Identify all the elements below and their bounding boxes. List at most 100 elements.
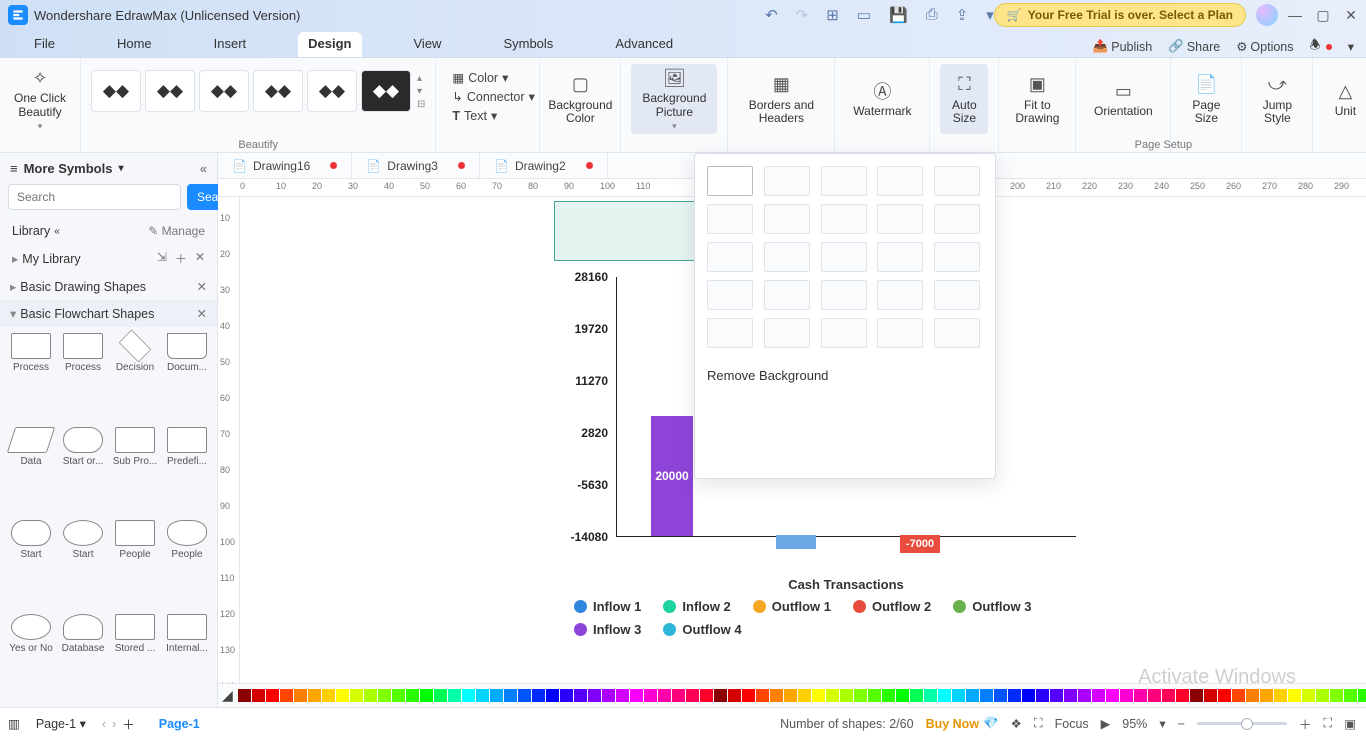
shape-item[interactable]: Stored ... [110,612,160,704]
theme-swatch-2[interactable]: ◆◆ [145,70,195,112]
shape-item[interactable]: Data [6,425,56,517]
color-swatch[interactable] [1008,689,1021,702]
publish-link[interactable]: 📤 Publish [1093,39,1153,54]
theme-swatch-1[interactable]: ◆◆ [91,70,141,112]
color-swatch[interactable] [378,689,391,702]
color-swatch[interactable] [1078,689,1091,702]
fill-bucket-icon[interactable]: ◢ [222,687,233,705]
lib-add-icon[interactable]: ＋ [175,250,187,267]
theme-swatch-3[interactable]: ◆◆ [199,70,249,112]
jump-style-button[interactable]: ⤻ Jump Style [1252,64,1302,134]
shape-item[interactable]: Process [58,331,108,423]
close-button[interactable]: ✕ [1344,7,1358,24]
shape-item[interactable]: Sub Pro... [110,425,160,517]
bg-swatch[interactable] [877,318,923,348]
zoom-in-icon[interactable]: ＋ [1299,714,1312,733]
color-swatch[interactable] [294,689,307,702]
shape-item[interactable]: Predefi... [162,425,212,517]
color-swatch[interactable] [420,689,433,702]
one-click-beautify-button[interactable]: ✧ One Click Beautify ▾ [10,64,70,134]
borders-headers-button[interactable]: ▦ Borders and Headers [738,64,824,134]
bg-swatch[interactable] [707,242,753,272]
color-swatch[interactable] [1064,689,1077,702]
color-swatch[interactable] [1288,689,1301,702]
present-icon[interactable]: ⛶ [1034,716,1043,731]
color-swatch[interactable] [560,689,573,702]
theme-down-icon[interactable]: ▾ [417,86,425,97]
doc-tab[interactable]: 📄 Drawing16 [218,153,352,178]
trial-banner[interactable]: 🛒 Your Free Trial is over. Select a Plan [994,3,1246,27]
color-swatch[interactable] [616,689,629,702]
bg-swatch[interactable] [821,166,867,196]
minimize-button[interactable]: — [1288,7,1302,24]
new-icon[interactable]: ⊞ [826,6,839,24]
shape-item[interactable]: Decision [110,331,160,423]
color-swatch[interactable] [714,689,727,702]
bg-swatch[interactable] [934,242,980,272]
redo-icon[interactable]: ↷ [796,6,809,24]
background-color-button[interactable]: ▢ Background Color [550,64,610,134]
bg-swatch[interactable] [934,318,980,348]
shape-item[interactable]: Start [58,518,108,610]
color-swatch[interactable] [1134,689,1147,702]
shape-item[interactable]: Process [6,331,56,423]
menu-chevron-icon[interactable]: ▾ [1348,39,1354,54]
color-swatch[interactable] [952,689,965,702]
focus-button[interactable]: Focus [1055,717,1089,731]
save-icon[interactable]: 💾 [889,6,908,24]
manage-link[interactable]: ✎ Manage [148,224,205,238]
lib-close-icon[interactable]: ✕ [195,250,205,267]
color-swatch[interactable] [1316,689,1329,702]
pages-icon[interactable]: ▥ [8,716,20,731]
color-swatch[interactable] [238,689,251,702]
color-swatch[interactable] [1330,689,1343,702]
prev-page-icon[interactable]: ‹ [102,717,106,731]
bg-swatch[interactable] [764,318,810,348]
color-swatch[interactable] [994,689,1007,702]
bg-swatch[interactable] [821,204,867,234]
color-swatch[interactable] [574,689,587,702]
color-swatch[interactable] [1260,689,1273,702]
next-page-icon[interactable]: › [112,717,116,731]
color-swatch[interactable] [1050,689,1063,702]
color-swatch[interactable] [1120,689,1133,702]
theme-swatch-4[interactable]: ◆◆ [253,70,303,112]
color-swatch[interactable] [1274,689,1287,702]
doc-tab[interactable]: 📄 Drawing2 [480,153,608,178]
page-dropdown[interactable]: Page-1 ▾ [26,712,96,735]
buy-now-link[interactable]: Buy Now 💎 [926,716,999,731]
color-menu[interactable]: ▦ Color ▾ [452,70,534,85]
play-icon[interactable]: ▶ [1101,716,1111,731]
color-swatch[interactable] [1190,689,1203,702]
theme-swatch-5[interactable]: ◆◆ [307,70,357,112]
color-swatch[interactable] [1302,689,1315,702]
shape-item[interactable]: Yes or No [6,612,56,704]
close-section-icon[interactable]: ✕ [197,306,207,321]
color-swatch[interactable] [1232,689,1245,702]
bg-swatch[interactable] [821,242,867,272]
bg-swatch[interactable] [877,242,923,272]
color-swatch[interactable] [798,689,811,702]
bg-swatch[interactable] [934,280,980,310]
bg-swatch[interactable] [764,242,810,272]
bg-swatch[interactable] [707,204,753,234]
shape-item[interactable]: People [110,518,160,610]
bg-swatch[interactable] [821,280,867,310]
color-swatch[interactable] [406,689,419,702]
theme-more-icon[interactable]: ⊟ [417,99,425,110]
lib-import-icon[interactable]: ⇲ [157,250,167,267]
color-swatch[interactable] [896,689,909,702]
color-swatch[interactable] [756,689,769,702]
avatar[interactable] [1256,4,1278,26]
theme-swatch-6[interactable]: ◆◆ [361,70,411,112]
bg-swatch[interactable] [821,318,867,348]
color-swatch[interactable] [1176,689,1189,702]
layers-icon[interactable]: ❖ [1011,716,1022,731]
bg-swatch[interactable] [707,280,753,310]
color-swatch[interactable] [280,689,293,702]
color-swatch[interactable] [518,689,531,702]
color-swatch[interactable] [728,689,741,702]
shape-item[interactable]: Start [6,518,56,610]
color-swatch[interactable] [700,689,713,702]
color-swatch[interactable] [742,689,755,702]
